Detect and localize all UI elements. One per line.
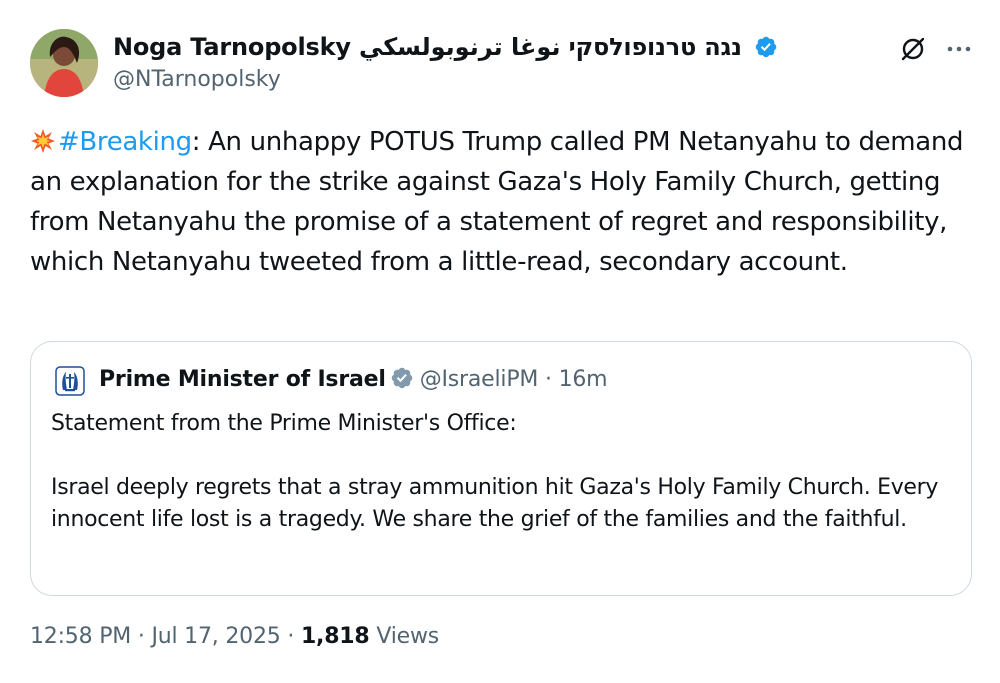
- post-time[interactable]: 12:58 PM: [30, 624, 131, 649]
- views-count: 1,818: [300, 624, 370, 649]
- verified-badge-icon: [755, 36, 777, 58]
- grok-icon[interactable]: [898, 34, 928, 64]
- quoted-paragraph-1: Statement from the Prime Minister's Offi…: [51, 411, 517, 436]
- quoted-author-name: Prime Minister of Israel: [99, 367, 386, 392]
- tweet-footer: 12:58 PM · Jul 17, 2025 · 1,818 Views: [30, 624, 439, 649]
- tweet-card: Noga Tarnopolsky נגה טרנופולסקי نوغا ترن…: [0, 0, 1000, 683]
- quoted-text: Statement from the Prime Minister's Offi…: [51, 408, 951, 536]
- quoted-meta: @IsraeliPM · 16m: [420, 367, 608, 392]
- tweet-text: #Breaking: An unhappy POTUS Trump called…: [30, 122, 970, 282]
- hashtag-link[interactable]: #Breaking: [58, 127, 192, 157]
- quoted-author[interactable]: Prime Minister of Israel @IsraeliPM · 16…: [99, 366, 608, 392]
- more-icon[interactable]: [944, 34, 974, 64]
- footer-separator: ·: [287, 624, 295, 649]
- quoted-time[interactable]: 16m: [559, 367, 608, 392]
- avatar-image: [30, 29, 98, 97]
- author-name-text: Noga Tarnopolsky נגה טרנופולסקי نوغا ترن…: [113, 33, 742, 61]
- views-label: Views: [376, 624, 439, 649]
- quoted-handle: @IsraeliPM: [419, 367, 539, 392]
- israel-emblem-icon: [55, 366, 85, 396]
- author-name[interactable]: Noga Tarnopolsky נגה טרנופולסקי نوغا ترن…: [113, 33, 778, 61]
- quoted-separator: ·: [544, 367, 552, 392]
- post-date[interactable]: Jul 17, 2025: [151, 624, 280, 649]
- author-handle[interactable]: @NTarnopolsky: [113, 67, 281, 92]
- quoted-paragraph-2: Israel deeply regrets that a stray ammun…: [51, 475, 939, 532]
- footer-separator: ·: [137, 624, 145, 649]
- avatar[interactable]: [30, 29, 98, 97]
- quoted-tweet[interactable]: Prime Minister of Israel @IsraeliPM · 16…: [30, 341, 972, 596]
- verified-gray-badge-icon: [391, 367, 412, 389]
- collision-emoji: [31, 129, 55, 153]
